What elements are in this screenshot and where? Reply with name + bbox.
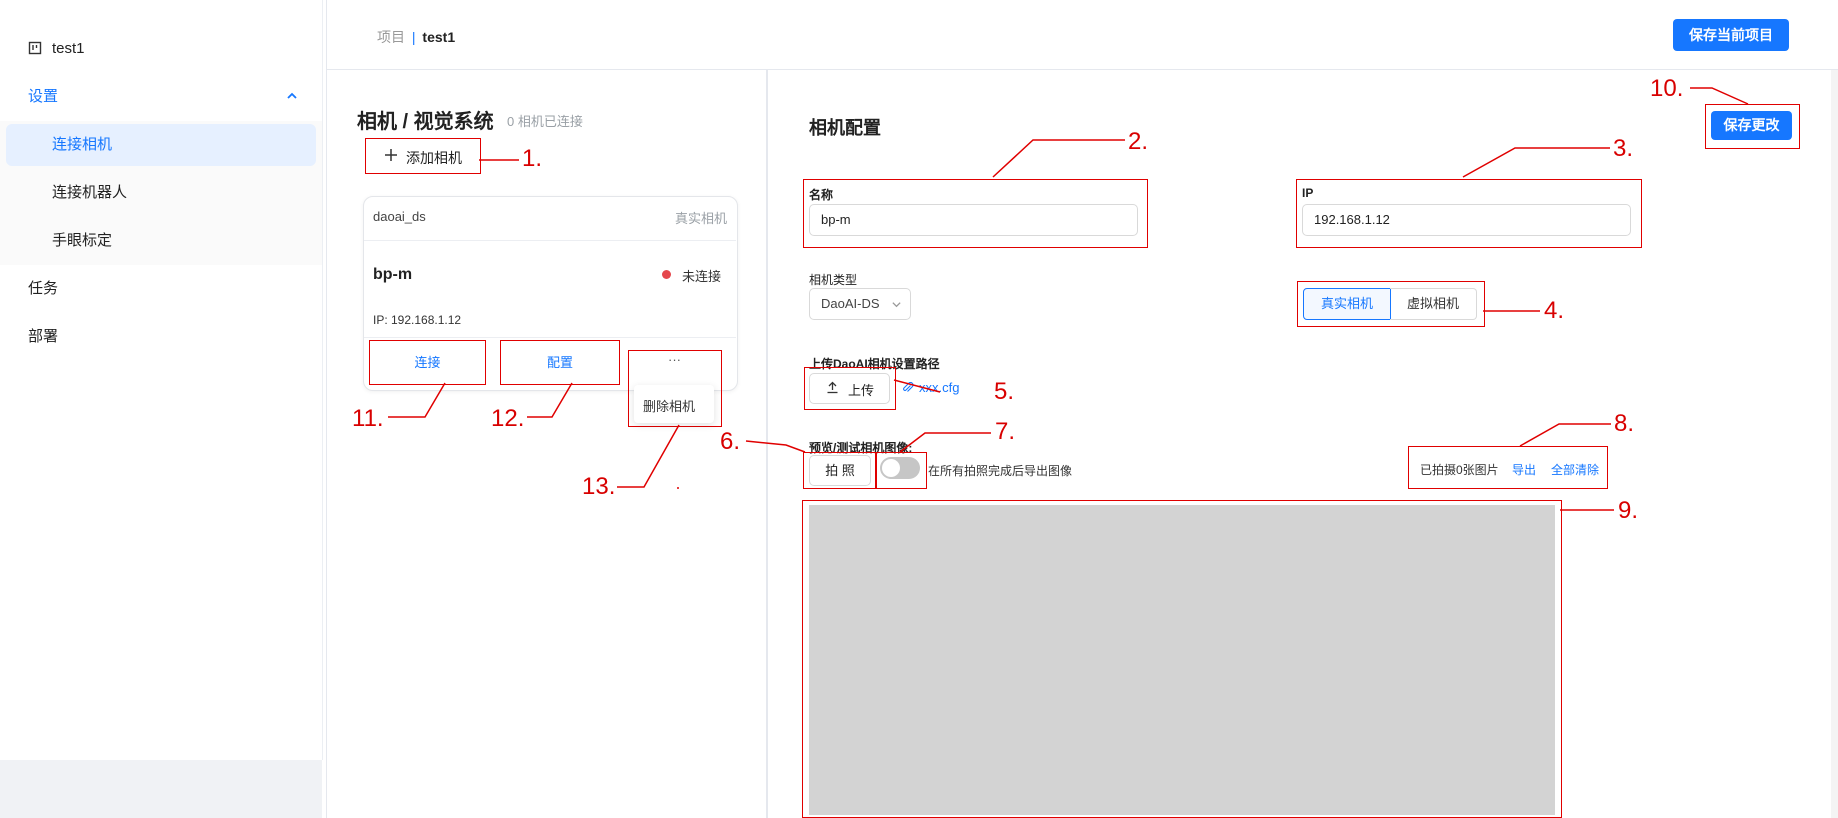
camera-type-label: 相机类型: [809, 273, 858, 287]
name-input-value: bp-m: [821, 212, 851, 227]
status-text: 未连接: [682, 269, 722, 284]
mode-virtual-button[interactable]: 虚拟相机: [1390, 288, 1477, 320]
sidebar-item-label: 部署: [28, 328, 59, 345]
mode-real-button[interactable]: 真实相机: [1303, 288, 1391, 320]
camera-config-title: 相机配置: [809, 118, 881, 138]
annotation-5: 5.: [994, 378, 1015, 405]
sidebar-item-label: test1: [52, 40, 85, 57]
breadcrumb: 项目 | test1: [377, 27, 455, 47]
sidebar-group-settings[interactable]: 设置: [0, 73, 322, 121]
sidebar-item-connect-robot[interactable]: 连接机器人: [0, 169, 322, 217]
ip-label: IP: [1302, 186, 1314, 200]
add-camera-button[interactable]: 添加相机: [365, 138, 481, 174]
camera-type-value: DaoAI-DS: [821, 296, 880, 311]
camera-type-badge: 真实相机: [675, 211, 728, 226]
board-icon: [28, 25, 42, 73]
ip-input[interactable]: 192.168.1.12: [1302, 204, 1631, 236]
sidebar-footer: [0, 760, 322, 818]
sidebar-item-hand-eye-calibration[interactable]: 手眼标定: [0, 217, 322, 265]
annotation-3: 3.: [1613, 135, 1634, 162]
sidebar-item-label: 连接机器人: [52, 184, 128, 201]
breadcrumb-root[interactable]: 项目: [377, 29, 405, 45]
connect-button[interactable]: 连接: [369, 340, 486, 385]
camera-preview-image: [809, 505, 1555, 815]
column-divider: [766, 70, 768, 818]
annotation-13: 13.: [582, 473, 616, 500]
sidebar-item-label: 任务: [28, 280, 59, 297]
sidebar-item-connect-camera[interactable]: 连接相机: [0, 121, 322, 169]
uploaded-file-link[interactable]: xxx.cfg: [919, 380, 959, 395]
annotation-6: 6.: [720, 428, 741, 455]
annotation-12: 12.: [491, 405, 525, 432]
paperclip-icon: [902, 381, 914, 399]
save-project-button[interactable]: 保存当前项目: [1673, 19, 1789, 51]
camera-type-select[interactable]: DaoAI-DS: [809, 288, 911, 320]
chevron-down-icon: [891, 297, 902, 313]
name-input[interactable]: bp-m: [809, 204, 1138, 236]
sidebar-group-label: 设置: [28, 88, 59, 105]
annotation-9: 9.: [1618, 497, 1639, 524]
clear-all-link[interactable]: 全部清除: [1551, 461, 1599, 478]
annotation-1: 1.: [522, 145, 543, 172]
camera-ip: IP: 192.168.1.12: [373, 313, 462, 327]
breadcrumb-current: test1: [422, 29, 456, 45]
header: [327, 0, 1838, 70]
name-label: 名称: [809, 188, 834, 202]
export-link[interactable]: 导出: [1512, 461, 1536, 478]
camera-group-name: daoai_ds: [373, 209, 426, 224]
card-divider: [364, 337, 736, 338]
configure-button[interactable]: 配置: [500, 340, 620, 385]
annotation-8: 8.: [1614, 410, 1635, 437]
sidebar-item-task[interactable]: 任务: [0, 265, 322, 313]
upload-button[interactable]: 上传: [809, 373, 890, 404]
scrollbar[interactable]: [1831, 70, 1838, 818]
upload-icon: [826, 381, 839, 397]
connected-count: 0 相机已连接: [507, 114, 583, 129]
annotation-2: 2.: [1128, 128, 1149, 155]
sidebar-item-project[interactable]: test1: [0, 25, 322, 73]
camera-system-title: 相机 / 视觉系统: [357, 111, 494, 133]
upload-button-label: 上传: [848, 383, 875, 398]
annotation-11: 11.: [352, 405, 384, 432]
annotation-4: 4.: [1544, 297, 1565, 324]
plus-icon: [384, 148, 398, 167]
status-dot: [662, 270, 671, 279]
annotation-10: 10.: [1650, 75, 1684, 102]
delete-camera-item[interactable]: 删除相机: [643, 396, 695, 415]
ip-input-value: 192.168.1.12: [1314, 212, 1390, 227]
camera-name: bp-m: [373, 266, 413, 283]
add-camera-label: 添加相机: [406, 150, 462, 166]
sidebar: test1 设置: [0, 0, 323, 760]
sidebar-divider: [326, 0, 327, 818]
annotation-7: 7.: [995, 418, 1016, 445]
sidebar-item-label: 连接相机: [52, 136, 113, 153]
more-icon[interactable]: ···: [668, 352, 681, 367]
sidebar-item-deploy[interactable]: 部署: [0, 313, 322, 361]
save-changes-button[interactable]: 保存更改: [1711, 111, 1792, 140]
shot-count: 已拍摄0张图片: [1420, 463, 1499, 477]
sidebar-item-label: 手眼标定: [52, 232, 113, 249]
toggle-label: 在所有拍照完成后导出图像: [928, 464, 1073, 478]
chevron-up-icon: [286, 73, 298, 121]
breadcrumb-separator: |: [411, 29, 416, 45]
toggle-knob: [882, 459, 900, 477]
capture-button[interactable]: 拍 照: [809, 455, 871, 486]
card-divider: [364, 240, 736, 241]
